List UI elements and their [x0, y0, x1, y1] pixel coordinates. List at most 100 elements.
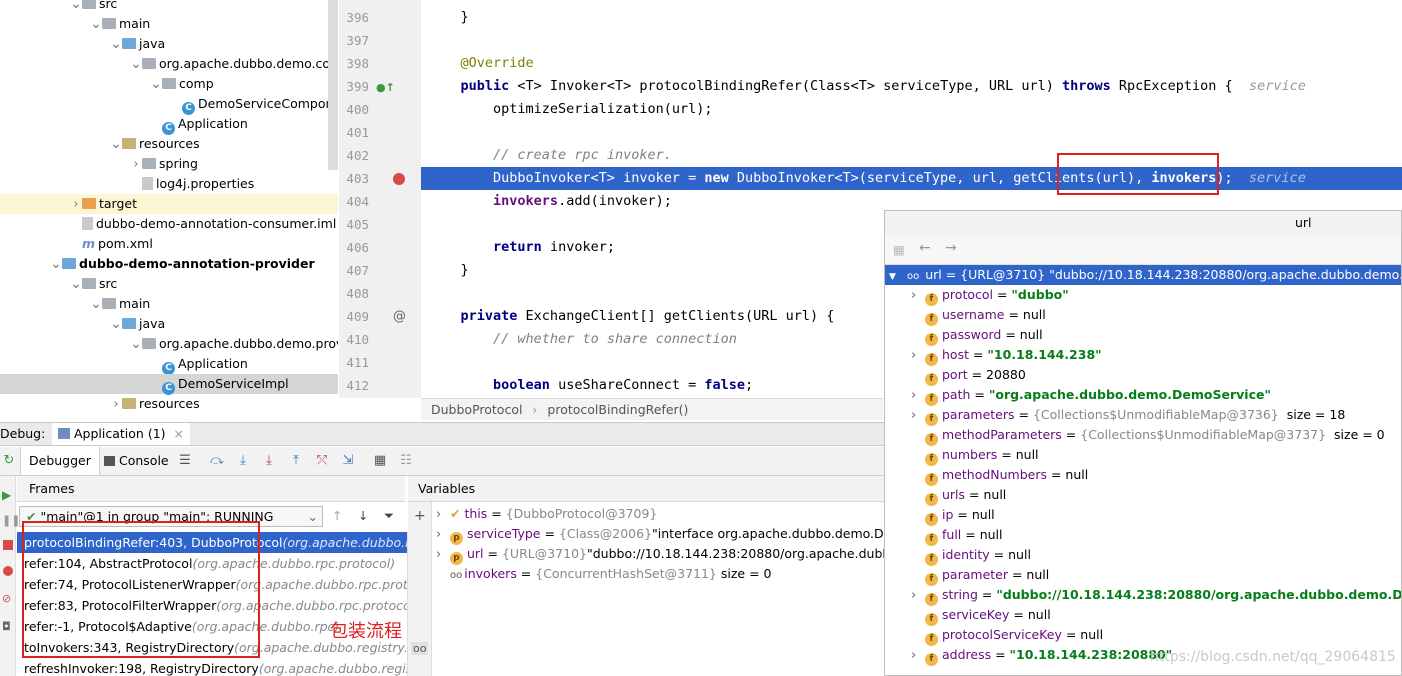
drop-frame-icon[interactable]: ⤲ — [315, 454, 329, 468]
field-row[interactable]: f ip = null — [885, 505, 1401, 526]
code-line[interactable] — [428, 29, 1402, 52]
step-over-icon[interactable]: ⤓ — [236, 454, 250, 468]
tree-item[interactable]: dubbo-demo-annotation-consumer.iml — [0, 214, 338, 234]
chevron-right-icon[interactable]: › — [436, 525, 450, 545]
breadcrumb-class[interactable]: DubboProtocol — [431, 402, 522, 417]
tree-item[interactable]: › spring — [0, 154, 338, 174]
breakpoint-icon[interactable] — [393, 173, 405, 185]
chevron-down-icon[interactable]: ⌄ — [150, 74, 162, 94]
tree-item[interactable]: › resources — [0, 394, 338, 414]
line-number[interactable]: 404 — [339, 190, 369, 213]
field-row[interactable]: f username = null — [885, 305, 1401, 326]
chevron-right-icon[interactable]: › — [911, 346, 925, 366]
line-number[interactable]: 410 — [339, 328, 369, 351]
line-number[interactable]: 401 — [339, 121, 369, 144]
resume-icon[interactable]: ▶ — [2, 488, 11, 502]
field-row[interactable]: › f protocol = "dubbo" — [885, 285, 1401, 306]
tree-item[interactable]: ⌄ org.apache.dubbo.demo.cons — [0, 54, 338, 74]
run-to-cursor-icon[interactable]: ⇲ — [341, 454, 355, 468]
line-number[interactable]: 412 — [339, 374, 369, 397]
field-row[interactable]: › f host = "10.18.144.238" — [885, 345, 1401, 366]
line-number[interactable]: 406 — [339, 236, 369, 259]
field-row[interactable]: f password = null — [885, 325, 1401, 346]
field-row[interactable]: f port = 20880 — [885, 365, 1401, 386]
chevron-right-icon[interactable]: › — [911, 286, 925, 306]
line-number[interactable]: 397 — [339, 29, 369, 52]
chevron-right-icon[interactable]: › — [130, 155, 142, 175]
add-watch-icon[interactable]: + — [414, 508, 426, 524]
tree-item[interactable]: ⌄ main — [0, 294, 338, 314]
view-breakpoints-icon[interactable] — [3, 566, 13, 576]
field-row[interactable]: f methodNumbers = null — [885, 465, 1401, 486]
field-row[interactable]: f methodParameters = {Collections$Unmodif… — [885, 425, 1401, 446]
line-number[interactable]: 403 — [339, 167, 369, 190]
tree-item[interactable]: C Application — [0, 114, 338, 135]
menu-icon[interactable]: ☰ — [178, 454, 192, 468]
field-row[interactable]: f identity = null — [885, 545, 1401, 566]
tab-debugger[interactable]: Debugger — [20, 447, 100, 475]
chevron-right-icon[interactable]: › — [436, 505, 450, 525]
tree-item[interactable]: C DemoServiceCompone — [0, 94, 338, 115]
chevron-right-icon[interactable]: › — [911, 586, 925, 606]
chevron-down-icon[interactable]: ⌄ — [130, 54, 142, 74]
tree-item[interactable]: m pom.xml — [0, 234, 338, 254]
field-row[interactable]: › f parameters = {Collections$Unmodifiable… — [885, 405, 1401, 426]
line-number[interactable]: 399 — [339, 75, 369, 98]
tree-item[interactable]: ⌄ dubbo-demo-annotation-provider — [0, 254, 338, 274]
line-number[interactable]: 402 — [339, 144, 369, 167]
chevron-right-icon[interactable]: › — [911, 386, 925, 406]
chevron-down-icon[interactable]: ⌄ — [50, 254, 62, 274]
line-number[interactable]: 396 — [339, 6, 369, 29]
popup-root-row[interactable]: ▼ oo url = {URL@3710} "dubbo://10.18.144… — [885, 265, 1401, 285]
chevron-down-icon[interactable]: ⌄ — [130, 334, 142, 354]
tree-item[interactable]: ⌄ resources — [0, 134, 338, 154]
filter-icon[interactable]: ⏷ — [384, 508, 394, 524]
override-icon[interactable]: ●↑ — [376, 81, 395, 94]
line-number[interactable]: 407 — [339, 259, 369, 282]
camera-icon[interactable]: ◘ — [2, 620, 11, 633]
glasses-icon[interactable]: oo — [411, 642, 429, 655]
frame-up-icon[interactable]: ↑ — [332, 508, 342, 523]
field-row[interactable]: f full = null — [885, 525, 1401, 546]
evaluate-expression-icon[interactable]: ▦ — [373, 454, 387, 468]
line-number[interactable]: 405 — [339, 213, 369, 236]
tree-item[interactable]: › target — [0, 194, 338, 214]
chevron-down-icon[interactable]: ⌄ — [110, 314, 122, 334]
back-icon[interactable]: ← — [919, 240, 931, 256]
variable-row[interactable]: oo invokers = {ConcurrentHashSet@3711} si… — [436, 564, 771, 584]
chevron-down-icon[interactable]: ⌄ — [90, 14, 102, 34]
chevron-right-icon[interactable]: › — [436, 545, 450, 565]
field-row[interactable]: f serviceKey = null — [885, 605, 1401, 626]
field-row[interactable]: › f string = "dubbo://10.18.144.238:20880/… — [885, 585, 1401, 606]
chevron-down-icon[interactable]: ⌄ — [110, 134, 122, 154]
tree-item[interactable]: ⌄ src — [0, 274, 338, 294]
code-line[interactable]: @Override — [428, 52, 1402, 75]
tree-item[interactable]: ⌄ src — [0, 0, 338, 14]
line-number[interactable]: 409 — [339, 305, 369, 328]
line-number[interactable]: 398 — [339, 52, 369, 75]
variable-row[interactable]: › ✔ this = {DubboProtocol@3709} — [436, 504, 657, 524]
chevron-right-icon[interactable]: › — [70, 195, 82, 215]
chevron-down-icon[interactable]: ⌄ — [110, 34, 122, 54]
line-number[interactable]: 400 — [339, 98, 369, 121]
trace-icon[interactable]: ☷ — [399, 454, 413, 468]
code-line[interactable]: // create rpc invoker. — [428, 144, 1402, 167]
field-row[interactable]: › f path = "org.apache.dubbo.demo.DemoServ… — [885, 385, 1401, 406]
tree-item[interactable]: ⌄ org.apache.dubbo.demo.prov — [0, 334, 338, 354]
chevron-down-icon[interactable]: ⌄ — [70, 0, 82, 14]
tree-item[interactable]: C Application — [0, 354, 338, 375]
annotation-marker-icon[interactable]: @ — [393, 309, 406, 324]
tree-item[interactable]: ⌄ java — [0, 34, 338, 54]
tree-item[interactable]: log4j.properties — [0, 174, 338, 194]
step-out-icon[interactable]: ⤒ — [289, 454, 303, 468]
stack-frame[interactable]: refreshInvoker:198, RegistryDirectory(or… — [17, 658, 407, 676]
stop-icon[interactable] — [3, 540, 13, 550]
code-line[interactable]: optimizeSerialization(url); — [428, 98, 1402, 121]
debug-session-tab[interactable]: Application (1) × — [52, 423, 190, 445]
tree-item[interactable]: C DemoServiceImpl — [0, 374, 338, 395]
tab-console[interactable]: Console — [104, 447, 169, 475]
code-line[interactable] — [428, 121, 1402, 144]
chevron-down-icon[interactable]: ⌄ — [70, 274, 82, 294]
line-number[interactable]: 408 — [339, 282, 369, 305]
field-row[interactable]: f urls = null — [885, 485, 1401, 506]
